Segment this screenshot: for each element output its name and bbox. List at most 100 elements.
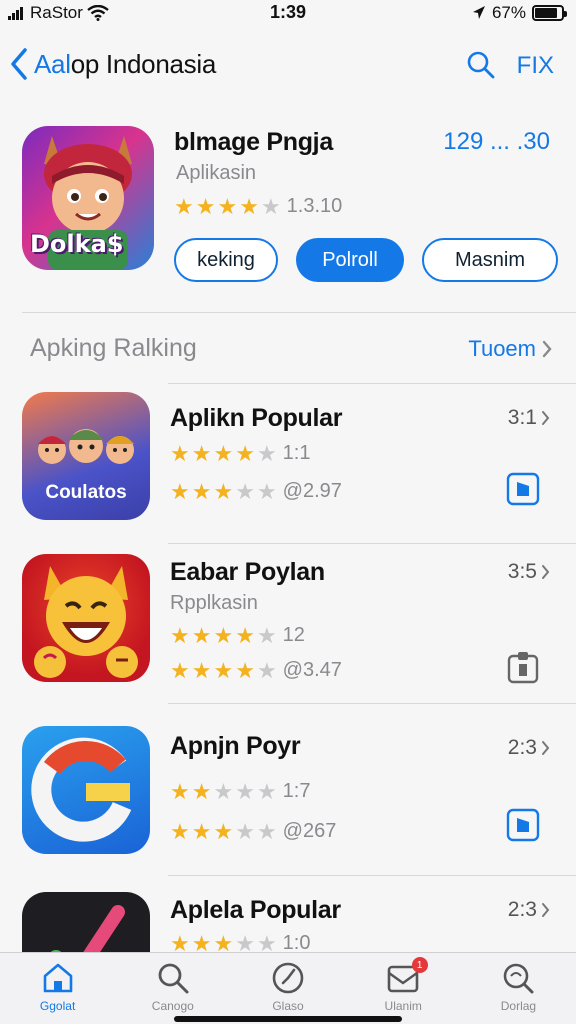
fox-emoji-illustration bbox=[34, 566, 138, 678]
star-rating: ★ ★ ★ ★ ★ bbox=[170, 622, 277, 648]
chevron-left-icon bbox=[11, 48, 27, 80]
tab-label: Ggolat bbox=[39, 999, 76, 1013]
rating-score: @3.47 bbox=[282, 659, 342, 681]
star-filled-icon: ★ bbox=[191, 440, 212, 466]
app-rating-secondary: ★ ★ ★ ★ ★ @267 bbox=[170, 820, 336, 843]
back-label: Aalop Indonasia bbox=[34, 48, 216, 79]
tab-label: Ulanim bbox=[384, 999, 422, 1013]
search-icon bbox=[158, 963, 189, 994]
star-filled-icon: ★ bbox=[170, 478, 190, 504]
app-name: Apnjn Poyr bbox=[170, 732, 301, 760]
star-empty-icon: ★ bbox=[256, 778, 277, 804]
masnim-button[interactable]: Masnim bbox=[422, 238, 558, 282]
featured-rating: ★ ★ ★ ★ ★ 1.3.10 bbox=[174, 195, 342, 218]
app-name: Eabar Poylan bbox=[170, 558, 325, 586]
tab-home[interactable]: Ggolat bbox=[0, 953, 115, 1024]
cloud-download-icon[interactable] bbox=[506, 650, 540, 684]
status-bar: RaStor 1:39 67% bbox=[0, 0, 576, 30]
star-filled-icon: ★ bbox=[191, 657, 212, 683]
app-meta[interactable]: 2:3 bbox=[508, 898, 550, 922]
list-item[interactable]: Eabar Poylan Rpplkasin ★ ★ ★ ★ ★ 12 ★ ★ ★ ★ ★ @3… bbox=[0, 544, 576, 704]
star-rating: ★ ★ ★ ★ ★ bbox=[170, 657, 277, 683]
star-filled-icon: ★ bbox=[170, 657, 190, 683]
pen-app-icon[interactable] bbox=[22, 892, 150, 956]
rating-count: 12 bbox=[282, 624, 305, 646]
star-empty-icon: ★ bbox=[260, 193, 281, 219]
back-button[interactable]: Aalop Indonasia bbox=[10, 48, 216, 80]
download-icon[interactable] bbox=[506, 472, 540, 506]
app-rating: ★ ★ ★ ★ ★ 1:7 bbox=[170, 780, 310, 803]
star-filled-icon: ★ bbox=[235, 622, 255, 648]
star-filled-icon: ★ bbox=[170, 818, 190, 844]
star-rating: ★ ★ ★ ★ ★ bbox=[170, 478, 277, 504]
characters-app-icon[interactable]: Coulatos bbox=[22, 392, 150, 520]
rating-count: 1:7 bbox=[282, 780, 311, 802]
nav-bar: Aalop Indonasia FIX bbox=[0, 40, 576, 92]
star-filled-icon: ★ bbox=[239, 193, 259, 219]
app-subtitle: Rpplkasin bbox=[170, 592, 258, 614]
star-empty-icon: ★ bbox=[235, 818, 255, 844]
tab-clock[interactable]: Glaso bbox=[230, 953, 345, 1024]
star-filled-icon: ★ bbox=[217, 193, 238, 219]
home-indicator bbox=[174, 1016, 402, 1022]
row-divider bbox=[168, 703, 576, 704]
tab-magnify[interactable]: Dorlag bbox=[461, 953, 576, 1024]
g-logo-illustration bbox=[31, 737, 132, 842]
star-filled-icon: ★ bbox=[174, 193, 194, 219]
app-rating-secondary: ★ ★ ★ ★ ★ @3.47 bbox=[170, 659, 342, 682]
star-rating: ★ ★ ★ ★ ★ bbox=[174, 193, 281, 219]
magnify-icon bbox=[504, 963, 534, 994]
app-meta-value: 2:3 bbox=[507, 898, 537, 921]
keking-button[interactable]: keking bbox=[174, 238, 278, 282]
status-right: 67% bbox=[472, 3, 567, 23]
location-icon bbox=[472, 6, 485, 19]
tab-label: Canogo bbox=[151, 999, 194, 1013]
star-filled-icon: ★ bbox=[213, 478, 234, 504]
app-meta-value: 3:1 bbox=[507, 406, 537, 429]
battery-icon bbox=[532, 5, 567, 21]
star-filled-icon: ★ bbox=[195, 193, 216, 219]
emoji-fox-app-icon[interactable] bbox=[22, 554, 150, 682]
list-item[interactable]: Apnjn Poyr ★ ★ ★ ★ ★ 1:7 ★ ★ ★ ★ ★ @267 2:3 bbox=[0, 716, 576, 876]
featured-app-icon[interactable]: Dolka$ bbox=[22, 126, 154, 270]
app-meta[interactable]: 3:5 bbox=[508, 560, 550, 584]
home-icon bbox=[43, 963, 72, 993]
star-empty-icon: ★ bbox=[213, 778, 234, 804]
rating-count: 1:1 bbox=[282, 442, 311, 464]
chevron-right-icon bbox=[542, 340, 552, 358]
tab-inbox[interactable]: 1 Ulanim bbox=[346, 953, 461, 1024]
download-icon[interactable] bbox=[506, 808, 540, 842]
featured-price: 129 ... .30 bbox=[443, 128, 550, 155]
tab-search[interactable]: Canogo bbox=[115, 953, 230, 1024]
star-empty-icon: ★ bbox=[256, 818, 277, 844]
g-logo-app-icon[interactable] bbox=[22, 726, 150, 854]
search-button[interactable] bbox=[466, 50, 496, 85]
list-item[interactable]: Aplela Popular ★ ★ ★ ★ ★ 1:0 2:3 bbox=[0, 876, 576, 956]
polroll-button[interactable]: Polroll bbox=[296, 238, 404, 282]
star-filled-icon: ★ bbox=[191, 478, 212, 504]
star-filled-icon: ★ bbox=[191, 622, 212, 648]
app-name: Aplela Popular bbox=[170, 896, 341, 924]
list-item[interactable]: Coulatos Aplikn Popular ★ ★ ★ ★ ★ 1:1 ★ ★ ★ ★ ★ … bbox=[0, 384, 576, 544]
star-empty-icon: ★ bbox=[235, 478, 255, 504]
featured-actions: keking Polroll Masnim bbox=[174, 238, 558, 282]
star-filled-icon: ★ bbox=[213, 818, 234, 844]
fix-button[interactable]: FIX bbox=[517, 52, 554, 80]
app-meta[interactable]: 2:3 bbox=[508, 736, 550, 760]
star-empty-icon: ★ bbox=[256, 622, 277, 648]
featured-app[interactable]: Dolka$ blmage Pngja Aplikasin ★ ★ ★ ★ ★ 1.3.… bbox=[0, 120, 576, 295]
search-icon bbox=[467, 51, 495, 79]
see-all-link[interactable]: Tuoem bbox=[468, 336, 552, 362]
app-meta[interactable]: 3:1 bbox=[508, 406, 550, 430]
pen-illustration bbox=[48, 905, 125, 956]
app-meta-value: 3:5 bbox=[507, 560, 537, 583]
app-rating: ★ ★ ★ ★ ★ 1:1 bbox=[170, 442, 310, 465]
see-all-label: Tuoem bbox=[468, 336, 536, 361]
app-rating: ★ ★ ★ ★ ★ 12 bbox=[170, 624, 305, 647]
app-rating-secondary: ★ ★ ★ ★ ★ @2.97 bbox=[170, 480, 342, 503]
star-filled-icon: ★ bbox=[213, 622, 234, 648]
divider bbox=[22, 312, 576, 313]
star-empty-icon: ★ bbox=[235, 778, 255, 804]
app-name: Aplikn Popular bbox=[170, 404, 343, 432]
star-empty-icon: ★ bbox=[256, 478, 277, 504]
